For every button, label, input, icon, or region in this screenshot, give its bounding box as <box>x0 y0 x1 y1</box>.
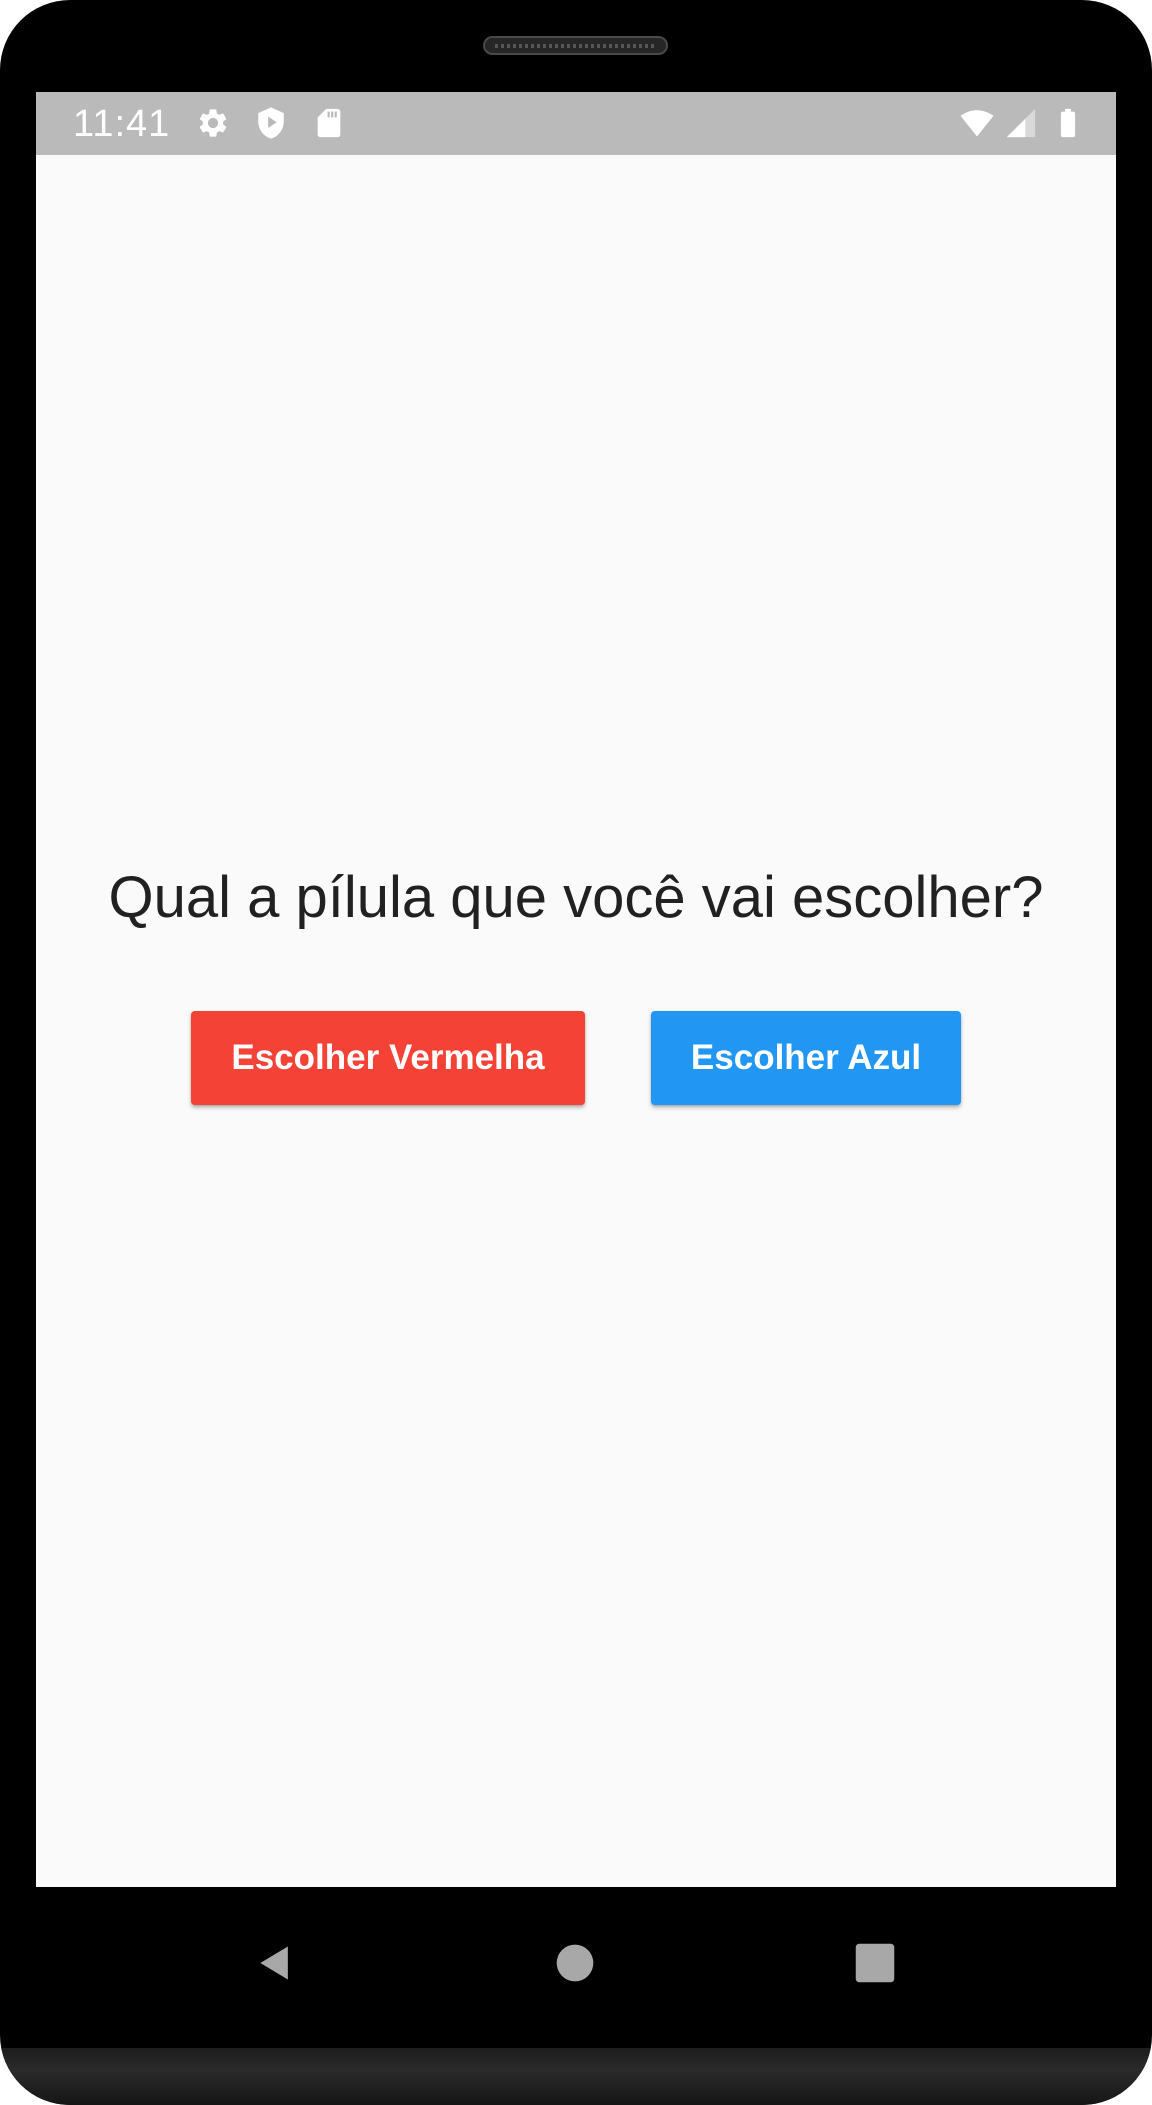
shield-play-icon <box>258 107 284 139</box>
earpiece-speaker <box>483 36 668 55</box>
battery-icon <box>1060 108 1076 138</box>
home-icon <box>556 1944 594 1982</box>
app-body: Qual a pílula que você vai escolher? Esc… <box>36 155 1116 1887</box>
choose-blue-button[interactable]: Escolher Azul <box>651 1011 961 1105</box>
gear-icon <box>199 109 227 137</box>
back-button[interactable] <box>240 1928 310 1998</box>
back-icon <box>260 1946 288 1980</box>
status-time: 11:41 <box>73 103 171 145</box>
sd-card-icon <box>317 108 341 138</box>
choose-red-button[interactable]: Escolher Vermelha <box>191 1011 585 1105</box>
wifi-icon <box>960 110 994 137</box>
status-bar: 11:41 <box>36 92 1116 155</box>
home-button[interactable] <box>540 1928 610 1998</box>
navigation-bar <box>0 1888 1152 2048</box>
recents-button[interactable] <box>840 1928 910 1998</box>
screen: 11:41 Qual a pílula que você vai escolhe… <box>36 92 1116 1887</box>
signal-icon <box>1006 108 1036 138</box>
device-bottom-edge <box>0 2048 1152 2105</box>
question-text: Qual a pílula que você vai escolher? <box>108 865 1044 930</box>
speaker-grille <box>495 44 656 48</box>
device-frame: 11:41 Qual a pílula que você vai escolhe… <box>0 0 1152 2105</box>
recents-icon <box>855 1943 895 1983</box>
